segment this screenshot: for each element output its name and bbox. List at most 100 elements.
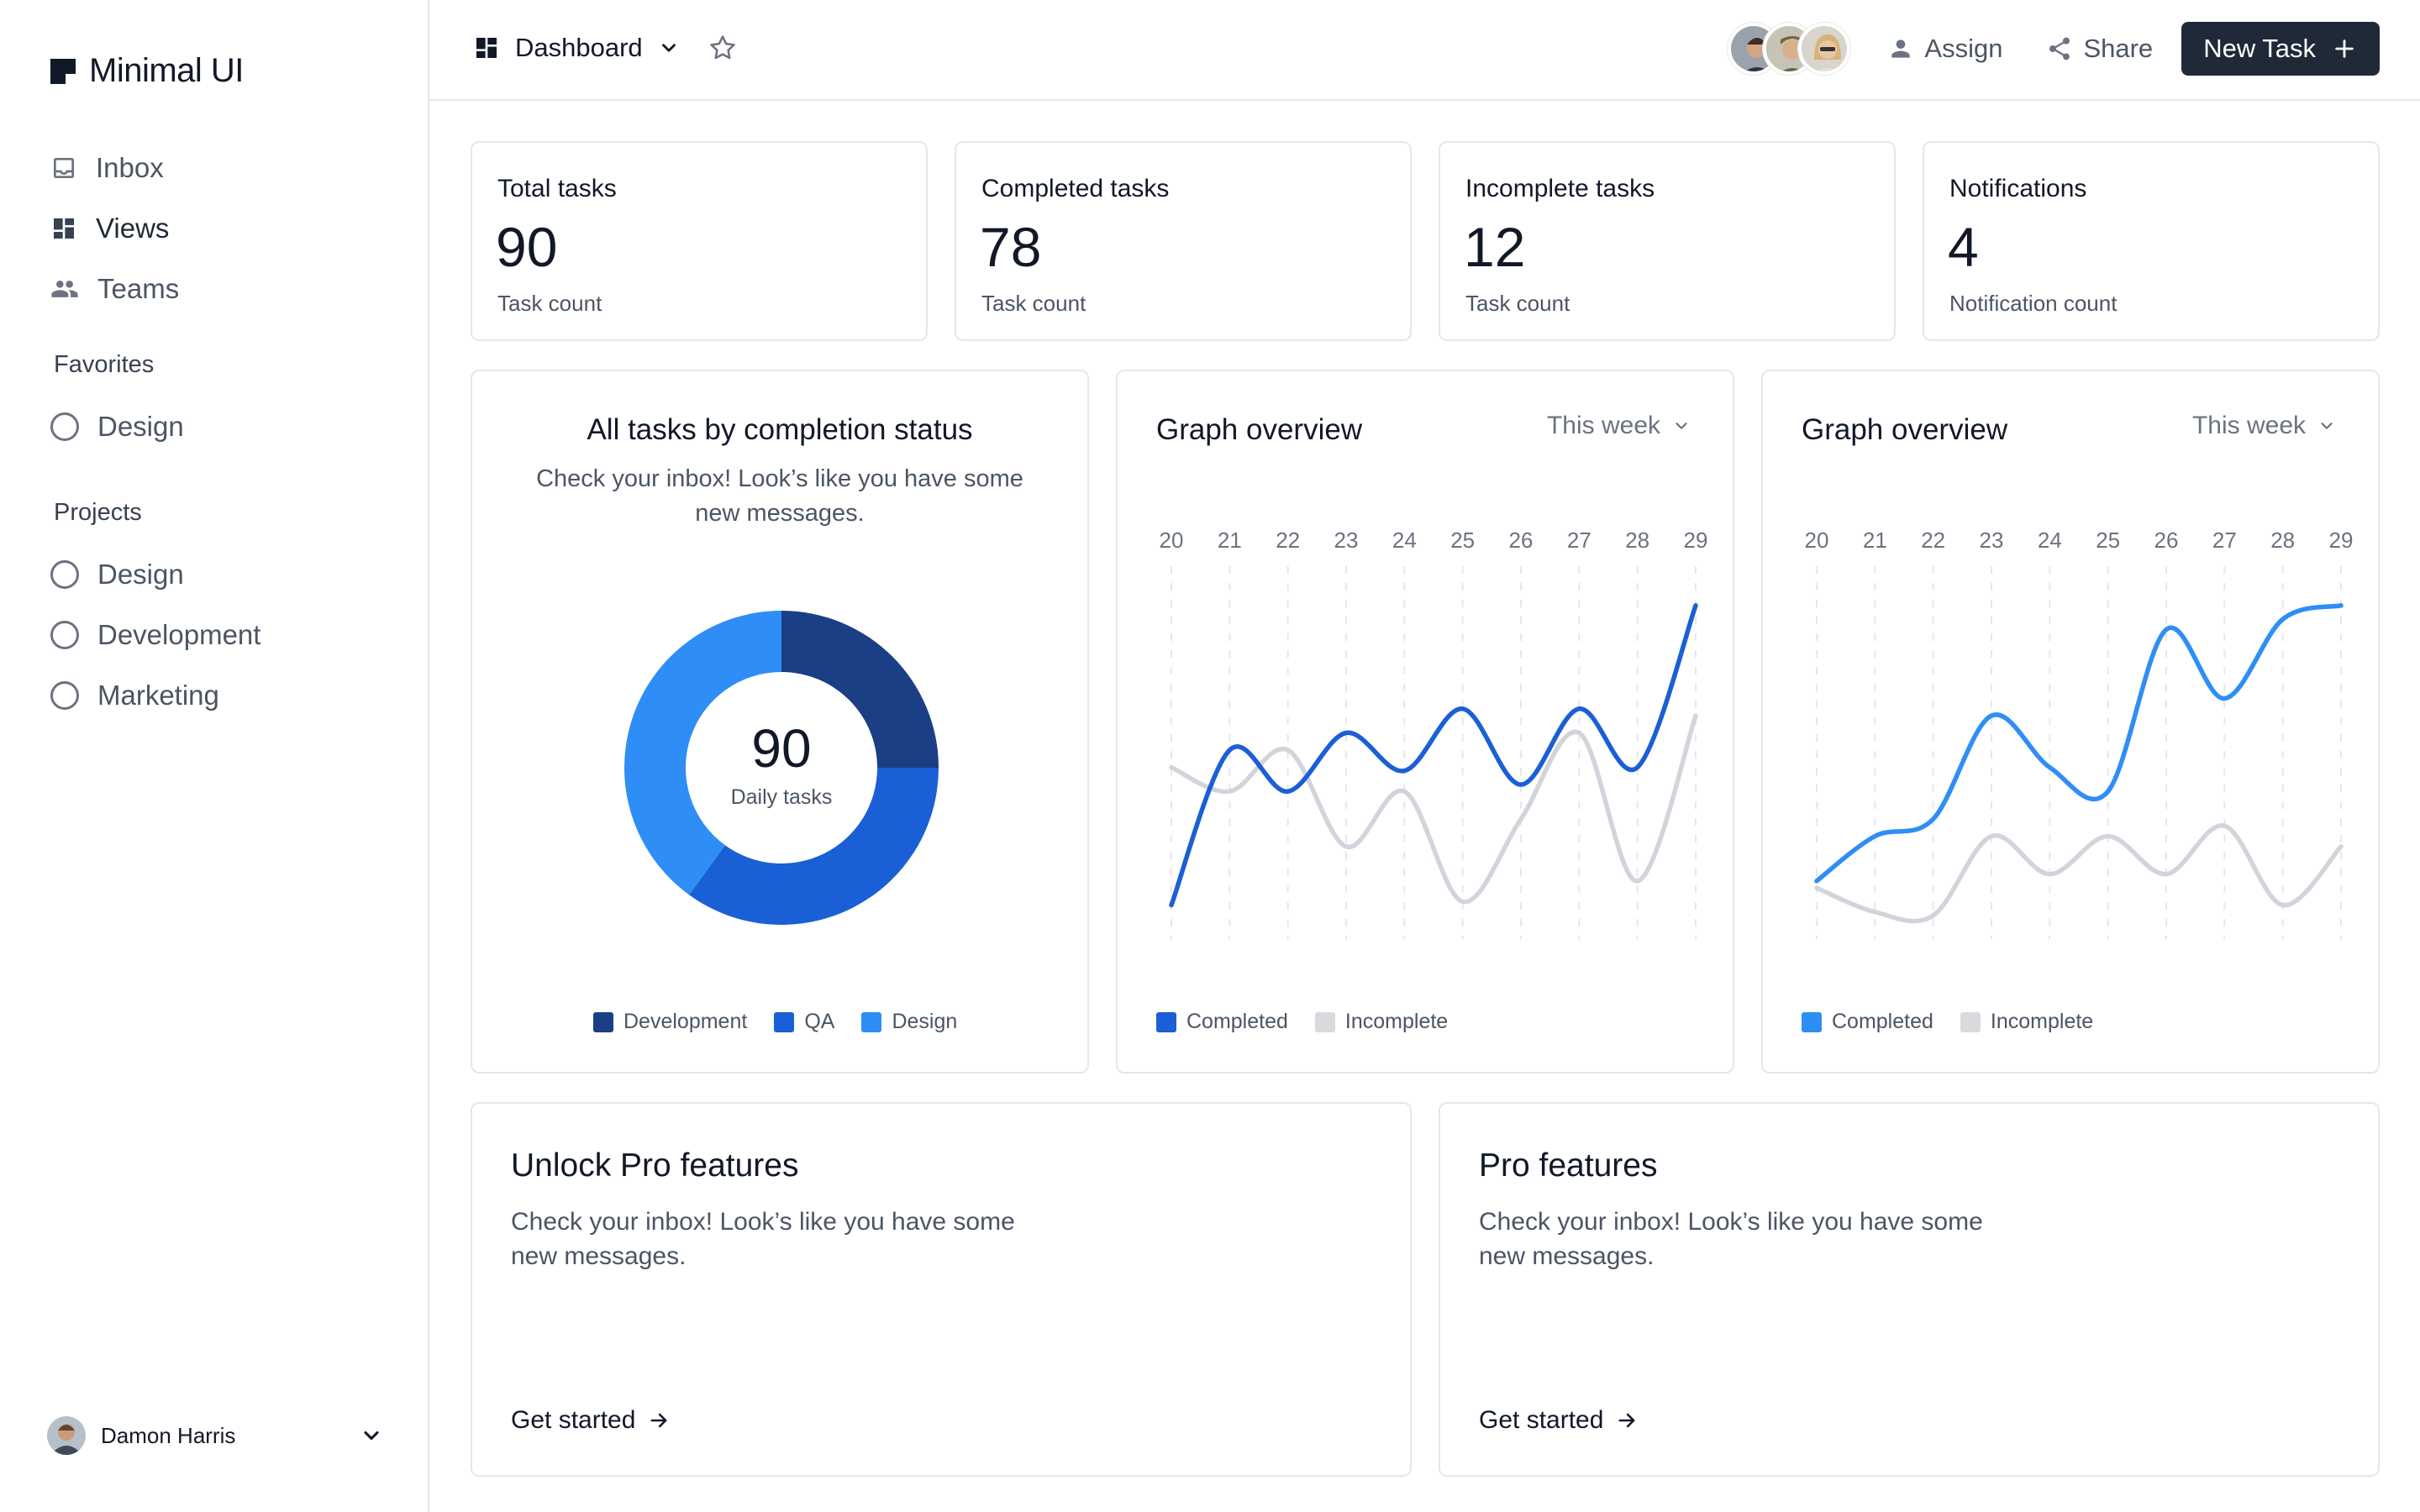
legend-swatch	[1960, 1011, 1981, 1032]
share-button[interactable]: Share	[2046, 34, 2153, 64]
donut-center: 90 Daily tasks	[623, 610, 939, 926]
brand[interactable]: Minimal UI	[50, 52, 244, 90]
x-tick-label: 24	[2038, 528, 2062, 553]
legend-item: Incomplete	[1314, 1010, 1448, 1034]
project-item-design[interactable]: Design	[50, 544, 260, 605]
project-label: Marketing	[97, 680, 219, 711]
card-title: Pro features	[1479, 1147, 1658, 1184]
card-title: All tasks by completion status	[587, 413, 973, 446]
brand-name: Minimal UI	[89, 52, 244, 89]
donut-legend: Development QA Design	[593, 1010, 957, 1034]
stat-card-total: Total tasks 90 Task count	[471, 141, 928, 341]
x-tick-label: 22	[1921, 528, 1945, 553]
assign-label: Assign	[1924, 34, 2003, 63]
x-tick-label: 29	[1684, 528, 1708, 553]
legend-label: Completed	[1832, 1010, 1933, 1033]
stat-subtitle: Task count	[1465, 291, 1570, 316]
legend-swatch	[774, 1011, 795, 1032]
stat-subtitle: Notification count	[1949, 291, 2118, 316]
view-switcher[interactable]: Dashboard	[473, 32, 739, 64]
dashboard-icon	[476, 38, 497, 58]
legend-item: Completed	[1802, 1010, 1933, 1034]
people-icon	[51, 281, 78, 297]
stat-value: 90	[496, 216, 558, 278]
logo-icon	[50, 58, 76, 84]
x-tick-label: 27	[2212, 528, 2237, 553]
projects-heading: Projects	[54, 499, 142, 526]
new-task-label: New Task	[2203, 34, 2316, 63]
graph-legend: Completed Incomplete	[1802, 1010, 2093, 1034]
stat-title: Completed tasks	[981, 175, 1170, 202]
line-chart: 20 21 22 23 24 25 26 27 28 29	[1160, 528, 1708, 939]
chevron-down-icon	[2321, 423, 2333, 429]
sidebar-item-label: Views	[96, 213, 170, 244]
stat-value: 4	[1948, 216, 1979, 278]
chevron-down-icon[interactable]	[658, 37, 680, 59]
project-item-marketing[interactable]: Marketing	[50, 665, 260, 726]
series-line-incomplete	[1169, 713, 1698, 905]
sidebar-item-inbox[interactable]: Inbox	[50, 138, 179, 198]
chevron-down-icon[interactable]	[360, 1424, 383, 1447]
member-avatars[interactable]	[1728, 23, 1851, 75]
get-started-link[interactable]: Get started	[1479, 1406, 1639, 1435]
person-icon	[1891, 39, 1911, 58]
x-tick-label: 22	[1276, 528, 1300, 553]
range-value: This week	[1546, 412, 1660, 439]
user-menu[interactable]: Damon Harris	[47, 1416, 383, 1455]
avatar	[1798, 23, 1851, 75]
favorite-label: Design	[97, 411, 184, 442]
share-label: Share	[2083, 34, 2154, 63]
legend-label: QA	[804, 1010, 835, 1033]
share-icon	[2049, 37, 2070, 60]
new-task-button[interactable]: New Task	[2181, 22, 2380, 76]
circle-icon	[50, 560, 79, 589]
main-nav: Inbox Views Teams	[50, 138, 179, 319]
stat-card-incomplete: Incomplete tasks 12 Task count	[1439, 141, 1896, 341]
circle-icon	[50, 412, 79, 441]
graph-overview-card-1: 20 21 22 23 24 25 26 27 28 29 Graph overview This…	[1116, 370, 1734, 1074]
x-tick-label: 28	[1625, 528, 1649, 553]
x-tick-label: 23	[1334, 528, 1359, 553]
stat-title: Total tasks	[497, 175, 617, 202]
legend-swatch	[861, 1011, 882, 1032]
x-tick-label: 29	[2329, 528, 2354, 553]
unlock-pro-card: Unlock Pro features Check your inbox! Lo…	[471, 1102, 1412, 1477]
card-title: Graph overview	[1802, 413, 2008, 446]
grid-icon	[54, 218, 74, 239]
legend-swatch	[1156, 1011, 1176, 1032]
range-select[interactable]: This week	[2192, 412, 2336, 440]
x-tick-label: 26	[2154, 528, 2179, 553]
star-icon[interactable]	[707, 32, 739, 64]
completion-status-card: All tasks by completion status Check you…	[471, 370, 1089, 1074]
legend-swatch	[1802, 1011, 1822, 1032]
sidebar-item-views[interactable]: Views	[50, 198, 179, 259]
series-line-incomplete	[1814, 823, 2344, 924]
sidebar-item-label: Teams	[97, 273, 180, 304]
x-tick-label: 28	[2270, 528, 2295, 553]
project-item-development[interactable]: Development	[50, 605, 260, 665]
header-actions: Assign Share New Task	[1728, 22, 2380, 76]
link-label: Get started	[1479, 1406, 1604, 1434]
x-tick-label: 25	[2096, 528, 2120, 553]
series-line-completed	[1169, 603, 1698, 908]
card-description: Check your inbox! Look’s like you have s…	[511, 1208, 1015, 1270]
project-label: Development	[97, 619, 261, 650]
x-tick-label: 25	[1450, 528, 1475, 553]
legend-label: Development	[623, 1010, 748, 1033]
range-select[interactable]: This week	[1547, 412, 1691, 440]
arrow-right-icon	[650, 1413, 667, 1428]
link-label: Get started	[511, 1406, 636, 1434]
legend-label: Incomplete	[1990, 1010, 2094, 1033]
x-tick-label: 26	[1509, 528, 1534, 553]
card-title: Unlock Pro features	[511, 1147, 799, 1184]
arrow-right-icon	[1618, 1413, 1635, 1428]
legend-item: QA	[774, 1010, 834, 1034]
legend-swatch	[593, 1011, 613, 1032]
sidebar-item-teams[interactable]: Teams	[50, 259, 179, 319]
stat-title: Notifications	[1949, 175, 2087, 202]
graph-overview-card-2: 20 21 22 23 24 25 26 27 28 29 Graph overview This…	[1761, 370, 2380, 1074]
favorite-item-design[interactable]: Design	[50, 396, 184, 457]
get-started-link[interactable]: Get started	[511, 1406, 671, 1435]
assign-button[interactable]: Assign	[1887, 34, 2002, 64]
stat-card-completed: Completed tasks 78 Task count	[955, 141, 1412, 341]
